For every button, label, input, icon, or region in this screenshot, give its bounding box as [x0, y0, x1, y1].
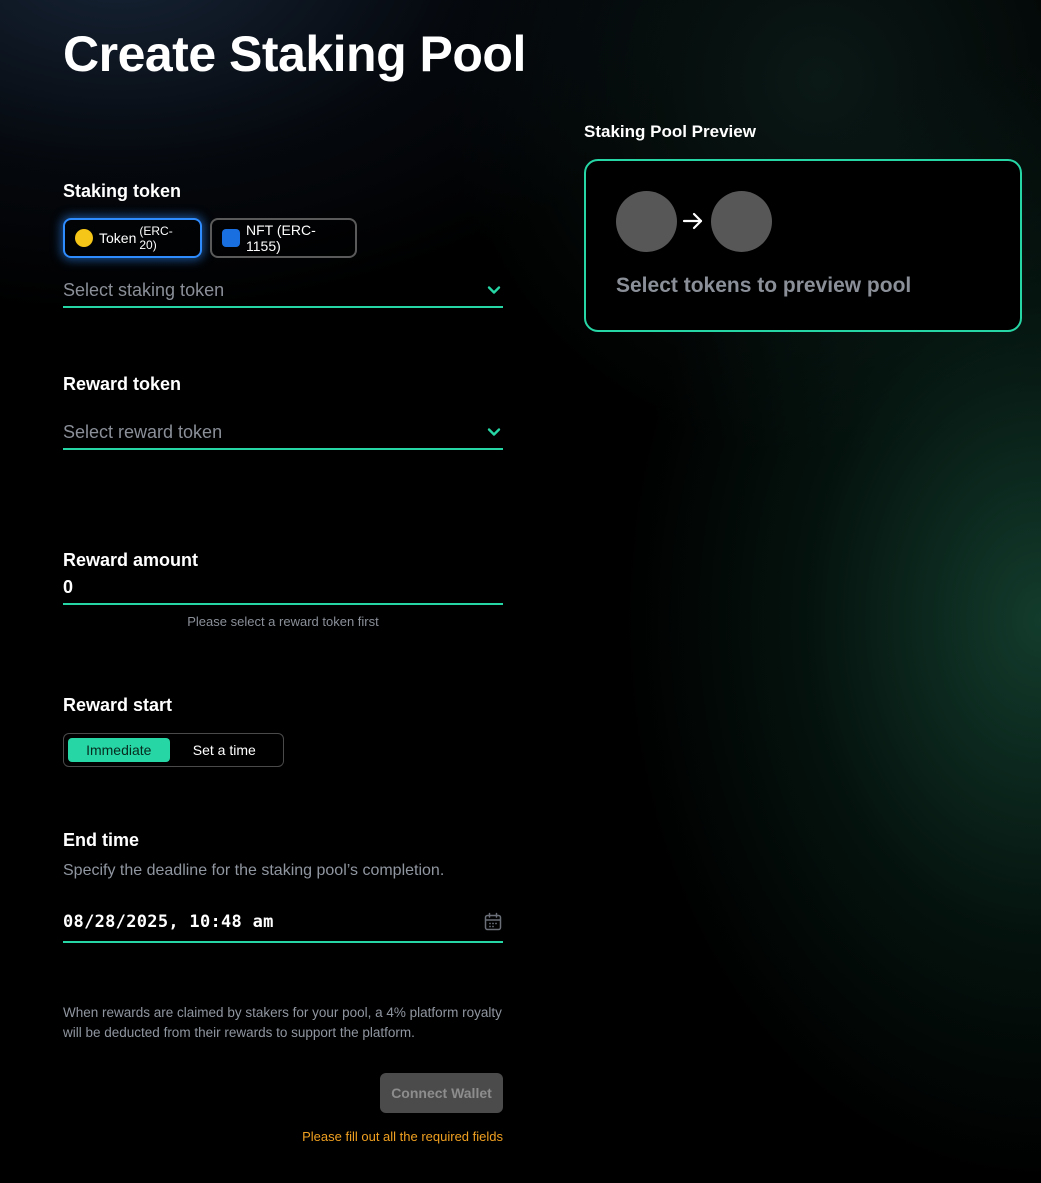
token-coin-icon: [75, 229, 93, 247]
reward-token-placeholder: Select reward token: [63, 421, 223, 442]
token-erc20-sub: (ERC-20): [139, 224, 173, 252]
required-fields-error: Please fill out all the required fields: [302, 1129, 503, 1144]
token-erc20-label: Token: [99, 230, 137, 246]
nft-erc1155-label: NFT (ERC-1155): [246, 222, 316, 254]
end-time-value: 08/28/2025, 10:48 am: [63, 912, 274, 932]
reward-amount-helper: Please select a reward token first: [187, 614, 379, 629]
reward-token-select[interactable]: Select reward token: [63, 416, 503, 450]
end-time-label: End time: [63, 830, 140, 850]
royalty-footnote: When rewards are claimed by stakers for …: [63, 1005, 502, 1040]
staking-token-label: Staking token: [63, 181, 182, 201]
connect-wallet-button[interactable]: Connect Wallet: [380, 1073, 503, 1113]
staking-token-placeholder: Select staking token: [63, 279, 225, 300]
end-time-description: Specify the deadline for the staking poo…: [63, 862, 445, 879]
chevron-down-icon: [487, 286, 501, 294]
preview-placeholder: Select tokens to preview pool: [616, 274, 912, 297]
staking-token-avatar: [616, 191, 677, 252]
staking-token-select[interactable]: Select staking token: [63, 274, 503, 308]
reward-token-avatar: [711, 191, 772, 252]
reward-token-label: Reward token: [63, 374, 182, 394]
staking-pool-preview-card: Select tokens to preview pool: [584, 159, 1022, 332]
arrow-right-icon: [682, 212, 703, 230]
reward-start-segmented: Immediate Set a time: [63, 733, 284, 767]
reward-start-label: Reward start: [63, 695, 173, 715]
reward-amount-label: Reward amount: [63, 550, 199, 570]
page-title: Create Staking Pool: [63, 26, 526, 82]
reward-amount-input[interactable]: 0: [63, 572, 503, 605]
reward-start-set-time[interactable]: Set a time: [170, 738, 279, 762]
preview-label: Staking Pool Preview: [584, 122, 756, 141]
chevron-down-icon: [487, 428, 501, 436]
calendar-icon[interactable]: [483, 912, 503, 932]
nft-erc1155-toggle[interactable]: NFT (ERC-1155): [210, 218, 357, 258]
end-time-input[interactable]: 08/28/2025, 10:48 am: [63, 903, 503, 943]
reward-start-immediate[interactable]: Immediate: [68, 738, 170, 762]
token-erc20-toggle[interactable]: Token (ERC-20): [63, 218, 202, 258]
nft-square-icon: [222, 229, 240, 247]
